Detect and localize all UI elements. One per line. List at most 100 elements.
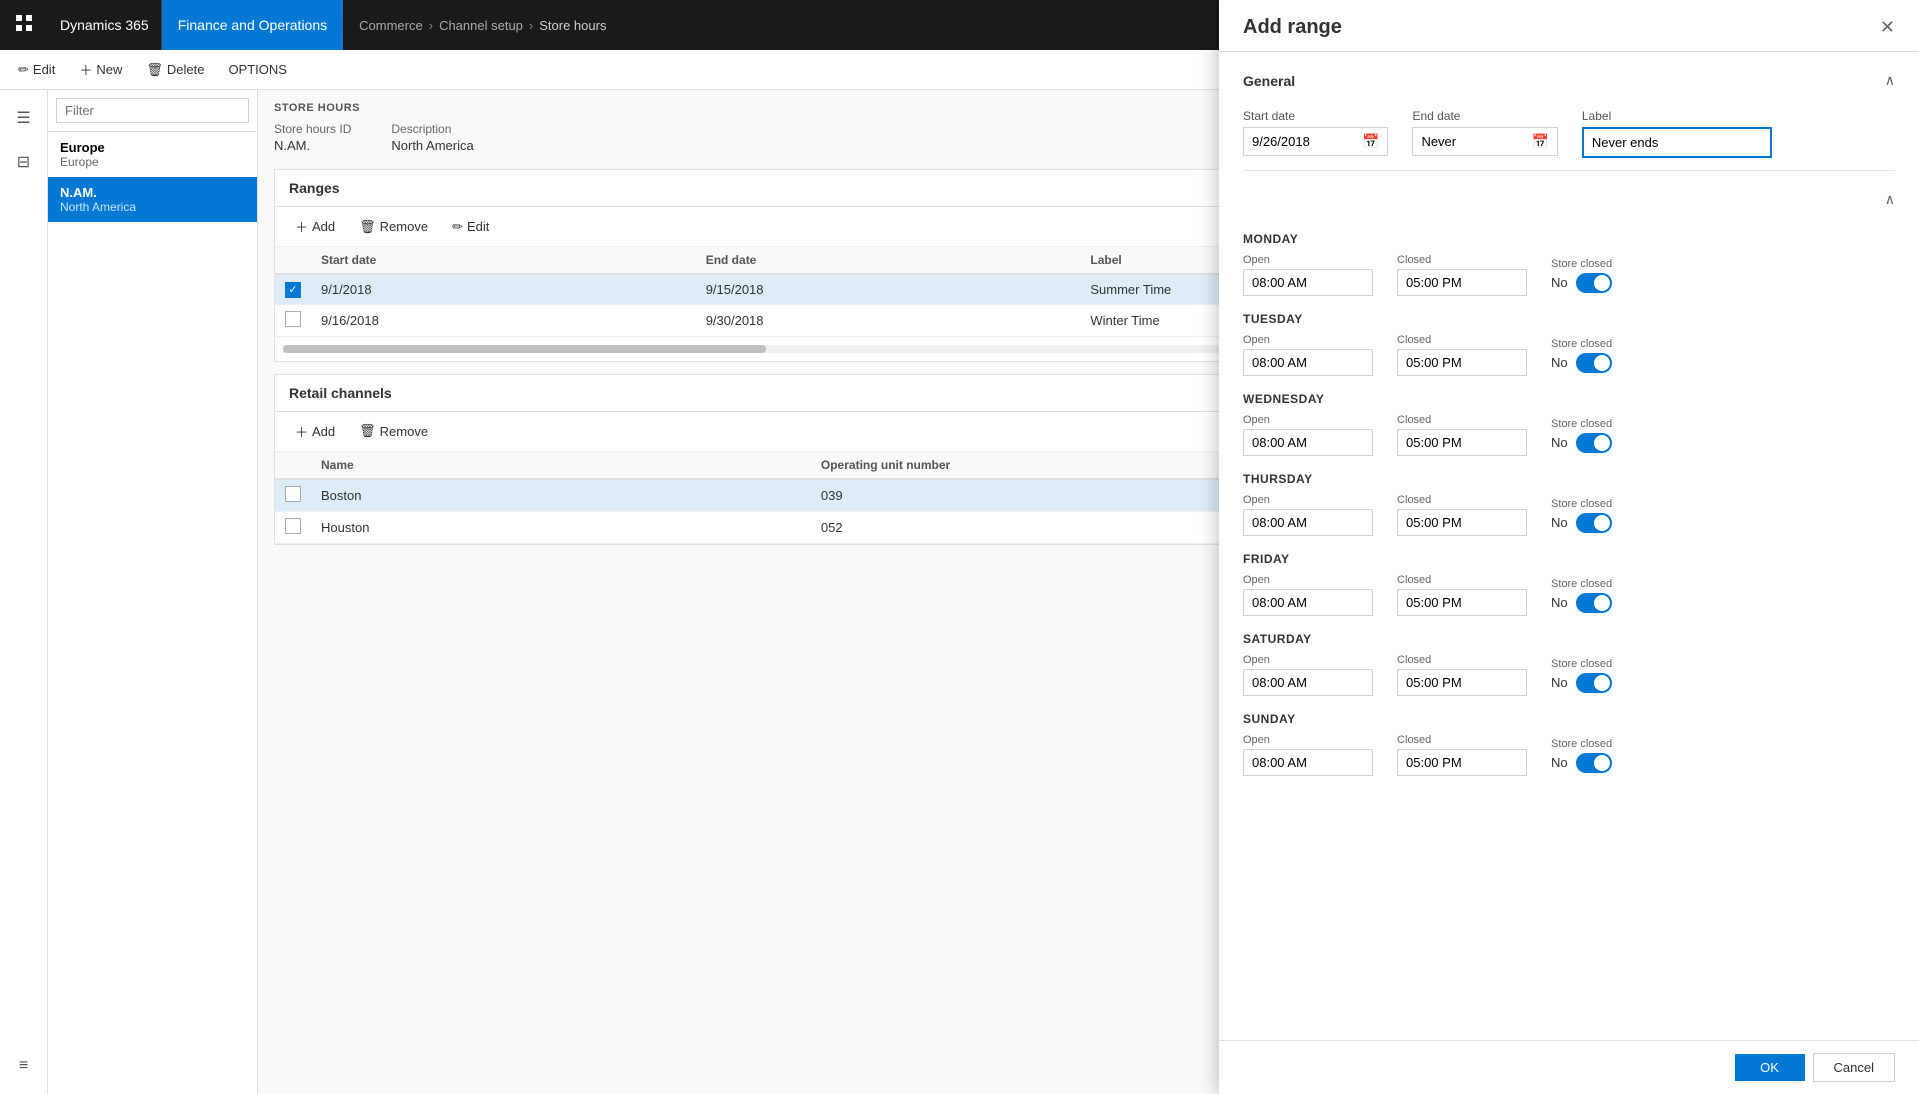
row-checkbox[interactable] [285, 518, 301, 534]
thursday-open-field: Open [1243, 494, 1373, 536]
start-date-input[interactable] [1244, 128, 1354, 155]
saturday-closed-field: Closed [1397, 654, 1527, 696]
sunday-closed-input[interactable] [1397, 749, 1527, 776]
breadcrumb-commerce[interactable]: Commerce [359, 18, 423, 33]
end-date-field: End date 📅 [1412, 109, 1557, 158]
friday-section: FRIDAY Open Closed Store closed No [1243, 552, 1895, 616]
day-collapse-button[interactable]: ∧ [1885, 191, 1895, 208]
sunday-open-input[interactable] [1243, 749, 1373, 776]
friday-open-input[interactable] [1243, 589, 1373, 616]
friday-toggle[interactable] [1576, 593, 1612, 613]
tuesday-closed-field: Closed [1397, 334, 1527, 376]
saturday-open-field: Open [1243, 654, 1373, 696]
monday-section: MONDAY Open Closed Store closed No [1243, 232, 1895, 296]
start-date-input-wrap: 📅 [1243, 127, 1388, 156]
saturday-row: Open Closed Store closed No [1243, 654, 1895, 696]
grid-icon: ​ [15, 14, 33, 37]
dialog-title: Add range [1243, 16, 1342, 39]
wednesday-open-input[interactable] [1243, 429, 1373, 456]
monday-row: Open Closed Store closed No [1243, 254, 1895, 296]
sunday-toggle[interactable] [1576, 753, 1612, 773]
thursday-open-input[interactable] [1243, 509, 1373, 536]
row-checkbox[interactable] [285, 311, 301, 327]
monday-closed-field: Closed [1397, 254, 1527, 296]
thursday-toggle[interactable] [1576, 513, 1612, 533]
tuesday-toggle[interactable] [1576, 353, 1612, 373]
list-icon-btn[interactable]: ≡ [4, 1046, 44, 1086]
ok-button[interactable]: OK [1735, 1054, 1805, 1081]
edit-button[interactable]: ✏ Edit [8, 58, 65, 82]
sidebar: Europe Europe N.AM. North America [48, 90, 258, 1094]
channel-name: Boston [311, 479, 811, 512]
friday-closed-input[interactable] [1397, 589, 1527, 616]
saturday-open-input[interactable] [1243, 669, 1373, 696]
dialog-close-button[interactable]: ✕ [1880, 17, 1895, 38]
day-schedules-section: ∧ MONDAY Open Closed Store closed [1243, 171, 1895, 788]
cancel-button[interactable]: Cancel [1813, 1053, 1895, 1082]
add-range-dialog: Add range ✕ General ∧ Start date 📅 [1219, 0, 1919, 1094]
calendar-icon[interactable]: 📅 [1523, 129, 1556, 154]
channels-add-button[interactable]: ＋ Add [287, 418, 343, 445]
sidebar-filter-input[interactable] [56, 98, 249, 123]
wednesday-closed-input[interactable] [1397, 429, 1527, 456]
start-date-label: Start date [1243, 109, 1388, 123]
breadcrumb: Commerce › Channel setup › Store hours [343, 0, 622, 50]
channels-name-header: Name [311, 452, 811, 479]
monday-store-closed-group: Store closed No [1551, 258, 1612, 293]
filter-icon-btn[interactable]: ⊟ [4, 142, 44, 182]
channels-remove-button[interactable]: 🗑 Remove [351, 419, 436, 443]
sidebar-item-nam[interactable]: N.AM. North America [48, 177, 257, 222]
calendar-icon[interactable]: 📅 [1354, 129, 1387, 154]
sidebar-item-europe[interactable]: Europe Europe [48, 132, 257, 177]
tuesday-open-input[interactable] [1243, 349, 1373, 376]
filter-icon: ⊟ [17, 152, 30, 172]
thursday-closed-input[interactable] [1397, 509, 1527, 536]
brand-d365: Dynamics 365 [48, 0, 162, 50]
monday-open-input[interactable] [1243, 269, 1373, 296]
dialog-footer: OK Cancel [1219, 1040, 1919, 1094]
row-enddate: 9/30/2018 [696, 304, 1081, 336]
end-date-input[interactable] [1413, 128, 1523, 155]
trash-icon: 🗑 [359, 423, 376, 439]
day-section-header: ∧ [1243, 183, 1895, 216]
saturday-section: SATURDAY Open Closed Store closed No [1243, 632, 1895, 696]
wednesday-section: WEDNESDAY Open Closed Store closed No [1243, 392, 1895, 456]
monday-title: MONDAY [1243, 232, 1895, 246]
list-icon: ≡ [19, 1057, 28, 1075]
options-button[interactable]: OPTIONS [218, 58, 297, 81]
monday-toggle[interactable] [1576, 273, 1612, 293]
wednesday-toggle[interactable] [1576, 433, 1612, 453]
general-section-title: General [1243, 73, 1295, 89]
breadcrumb-channel-setup[interactable]: Channel setup [439, 18, 523, 33]
new-button[interactable]: ＋ New [69, 56, 132, 83]
monday-closed-input[interactable] [1397, 269, 1527, 296]
wednesday-store-closed-group: Store closed No [1551, 418, 1612, 453]
saturday-title: SATURDAY [1243, 632, 1895, 646]
saturday-closed-input[interactable] [1397, 669, 1527, 696]
delete-button[interactable]: 🗑 Delete [136, 58, 214, 82]
ranges-check-header [275, 247, 311, 274]
menu-icon-btn[interactable]: ☰ [4, 98, 44, 138]
ranges-add-button[interactable]: ＋ Add [287, 213, 343, 240]
friday-store-closed-group: Store closed No [1551, 578, 1612, 613]
edit-icon: ✏ [18, 62, 29, 78]
tuesday-closed-input[interactable] [1397, 349, 1527, 376]
general-collapse-button[interactable]: ∧ [1885, 72, 1895, 89]
wednesday-closed-field: Closed [1397, 414, 1527, 456]
breadcrumb-store-hours: Store hours [539, 18, 606, 33]
ranges-edit-button[interactable]: ✏ Edit [444, 215, 497, 239]
plus-icon: ＋ [79, 60, 92, 79]
dialog-body: General ∧ Start date 📅 End date [1219, 52, 1919, 1040]
thursday-section: THURSDAY Open Closed Store closed No [1243, 472, 1895, 536]
row-checkbox[interactable] [285, 486, 301, 502]
row-checkbox[interactable]: ✓ [285, 282, 301, 298]
ranges-remove-button[interactable]: 🗑 Remove [351, 215, 436, 239]
label-input[interactable] [1582, 127, 1772, 158]
trash-icon: 🗑 [359, 219, 376, 235]
description-field: Description North America [391, 122, 473, 153]
grid-menu-button[interactable]: ​ [0, 0, 48, 50]
tuesday-open-field: Open [1243, 334, 1373, 376]
dialog-header: Add range ✕ [1219, 0, 1919, 52]
sunday-open-field: Open [1243, 734, 1373, 776]
saturday-toggle[interactable] [1576, 673, 1612, 693]
